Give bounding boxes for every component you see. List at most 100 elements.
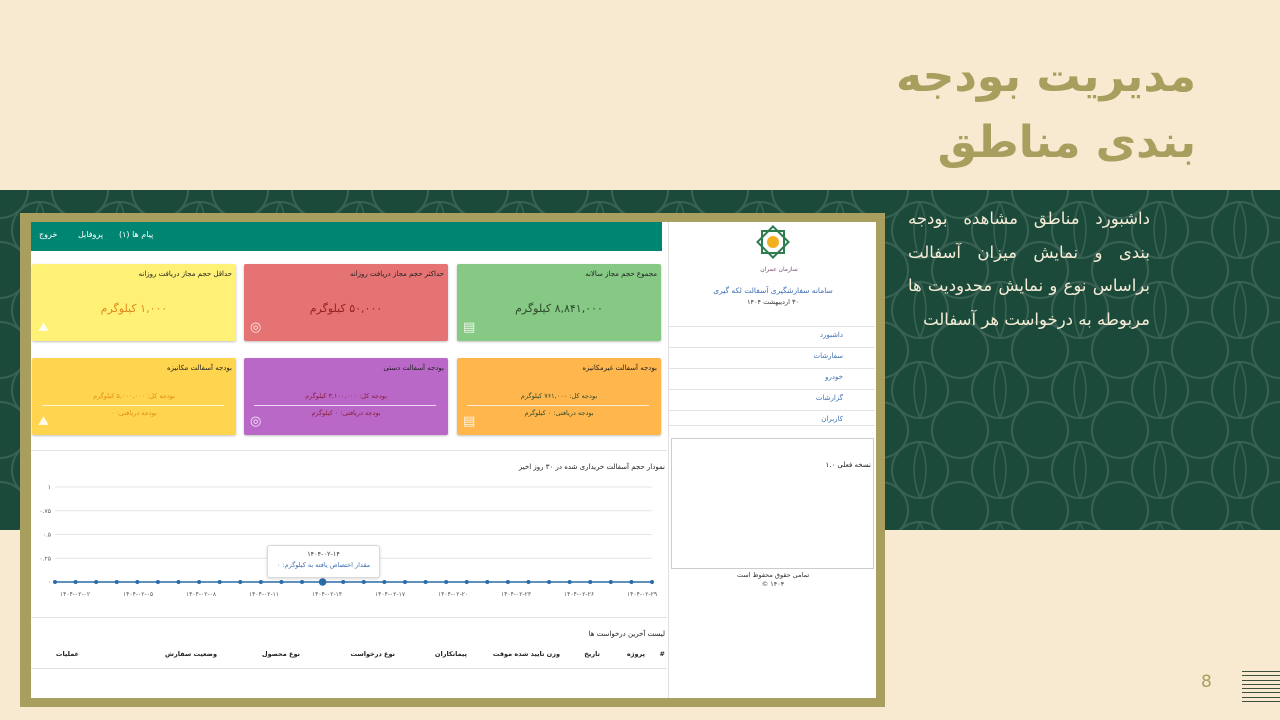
road-icon: ⛰ <box>38 320 49 335</box>
chart-data-point <box>238 580 243 584</box>
chart-x-tick-label: ۱۴۰۴-۰۲-۱۱ <box>249 591 279 598</box>
card-title: حداکثر حجم مجاز دریافت روزانه <box>349 270 444 278</box>
chart-data-point <box>402 580 407 584</box>
card-value: ۵۰,۰۰۰ کیلوگرم <box>309 302 383 315</box>
nav-item-reports[interactable]: گزارشات <box>669 389 875 405</box>
nav-item-vehicles[interactable]: خودرو <box>669 368 875 384</box>
chart-data-point <box>155 580 160 584</box>
card-mechanized-budget: بودجه آسفالت مکانیزه بودجه کل: ۵,۰۰۰,۰۰۰… <box>32 358 236 435</box>
app-topbar: پیام ها (۱) پروفایل خروج <box>31 222 662 251</box>
chart-data-point <box>382 580 387 584</box>
page-number: 8 <box>1201 672 1212 692</box>
card-divider <box>467 405 649 406</box>
chart-data-point <box>505 580 510 584</box>
system-date: ۳۰ اردیبهشت ۱۴۰۴ <box>747 298 799 306</box>
copyright: تمامی حقوق محفوظ است ۱۴۰۴ © <box>669 571 876 589</box>
nav-item-users[interactable]: کاربران <box>669 410 875 426</box>
lines-decoration <box>1242 671 1280 705</box>
chart-x-tick-label: ۱۴۰۴-۰۲-۱۷ <box>375 591 406 598</box>
chart-data-point <box>547 580 552 584</box>
card-total-budget: بودجه کل: ۷۶۱,۰۰۰ کیلوگرم <box>520 392 598 400</box>
card-annual-total: مجموع حجم مجاز سالانه ۸,۸۴۱,۰۰۰ کیلوگرم … <box>457 264 661 341</box>
slide-title: مدیریت بودجه بندی مناطق <box>776 44 1196 176</box>
chart-data-point <box>73 580 78 584</box>
table-header: # <box>659 650 665 658</box>
card-manual-budget: بودجه آسفالت دستی بودجه کل: ۳,۱۰۰,۰۰۰ کی… <box>244 358 448 435</box>
chart-y-tick-label: ۰.۷۵ <box>39 508 51 515</box>
gauge-icon: ◎ <box>250 320 262 335</box>
card-title: مجموع حجم مجاز سالانه <box>585 270 657 278</box>
requests-table: لیست آخرین درخواست ها # پروژه تاریخ وزن … <box>31 617 667 698</box>
chart-data-point <box>258 580 263 584</box>
card-received-budget: بودجه دریافتی: ۰ <box>111 409 157 417</box>
table-divider <box>31 668 667 669</box>
chart-data-point <box>423 580 428 584</box>
card-received-budget: بودجه دریافتی: ۰ کیلوگرم <box>311 409 381 417</box>
card-value: ۸,۸۴۱,۰۰۰ کیلوگرم <box>515 302 603 315</box>
tooltip-date: ۱۴۰۴-۰۲-۱۴ <box>307 550 340 558</box>
chart-x-tick-label: ۱۴۰۴-۰۲-۰۲ <box>60 591 90 598</box>
nav-item-dashboard[interactable]: داشبورد <box>669 326 875 342</box>
chart-data-point <box>588 580 593 584</box>
chart-y-tick-label: ۱ <box>48 484 51 491</box>
chart-y-tick-label: ۰ <box>48 579 51 586</box>
logo-caption: سازمان عمران <box>760 266 798 273</box>
chart-tooltip: ۱۴۰۴-۰۲-۱۴ مقدار اختصاص یافته به کیلوگرم… <box>267 545 380 578</box>
tooltip-value: مقدار اختصاص یافته به کیلوگرم: ۰ <box>276 561 371 569</box>
chart-data-point <box>94 580 99 584</box>
system-name: سامانه سفارشگیری آسفالت لکه گیری <box>713 286 833 295</box>
card-received-budget: بودجه دریافتی: ۰ کیلوگرم <box>524 409 594 417</box>
chart-data-point <box>629 580 634 584</box>
version-text: نسخه فعلی ۱.۰ <box>825 461 871 469</box>
chart-x-tick-label: ۱۴۰۴-۰۲-۰۵ <box>123 591 153 598</box>
chart-x-tick-label: ۱۴۰۴-۰۲-۱۴ <box>312 591 342 598</box>
chart-data-point <box>300 580 305 584</box>
chart-x-tick-label: ۱۴۰۴-۰۲-۲۹ <box>627 591 657 598</box>
app-sidebar: سازمان عمران سامانه سفارشگیری آسفالت لکه… <box>668 222 876 698</box>
card-title: بودجه آسفالت دستی <box>383 364 444 372</box>
app-screenshot: پیام ها (۱) پروفایل خروج سازمان عمران سا… <box>31 222 876 698</box>
table-header: پیمانکاران <box>434 650 467 658</box>
version-box: نسخه فعلی ۱.۰ <box>671 438 874 569</box>
chart-data-point <box>341 580 346 584</box>
card-non-mechanized-budget: بودجه آسفالت غیرمکانیزه بودجه کل: ۷۶۱,۰۰… <box>457 358 661 435</box>
gauge-icon: ◎ <box>250 414 262 429</box>
chart-y-tick-label: ۰.۵ <box>43 532 51 539</box>
chart-data-point <box>279 580 284 584</box>
table-header: پروژه <box>626 650 645 658</box>
chart-data-point <box>608 580 613 584</box>
copyright-year: ۱۴۰۴ © <box>761 580 785 588</box>
chart-data-point <box>318 578 327 586</box>
chart-x-tick-label: ۱۴۰۴-۰۲-۲۶ <box>564 591 594 598</box>
chart-data-point <box>444 580 449 584</box>
card-total-budget: بودجه کل: ۵,۰۰۰,۰۰۰ کیلوگرم <box>93 392 175 400</box>
copyright-text: تمامی حقوق محفوظ است <box>736 571 810 579</box>
chart-data-point <box>176 580 181 584</box>
chart-data-point <box>485 580 490 584</box>
chart-data-point <box>114 580 119 584</box>
chart-x-tick-label: ۱۴۰۴-۰۲-۲۳ <box>501 591 532 598</box>
chart-data-point <box>567 580 572 584</box>
table-title: لیست آخرین درخواست ها <box>588 630 665 638</box>
document-icon: ▤ <box>463 320 476 335</box>
chart-data-point <box>217 580 222 584</box>
organization-logo <box>756 225 790 259</box>
messages-link[interactable]: پیام ها (۱) <box>119 230 153 239</box>
card-title: بودجه آسفالت مکانیزه <box>166 364 232 372</box>
nav-item-orders[interactable]: سفارشات <box>669 347 875 363</box>
road-icon: ⛰ <box>38 414 49 429</box>
card-title: حداقل حجم مجاز دریافت روزانه <box>138 270 232 278</box>
document-icon: ▤ <box>463 414 476 429</box>
logout-link[interactable]: خروج <box>39 230 57 239</box>
card-divider <box>254 405 436 406</box>
table-header: عملیات <box>55 650 79 658</box>
card-total-budget: بودجه کل: ۳,۱۰۰,۰۰۰ کیلوگرم <box>305 392 387 400</box>
chart-data-point <box>526 580 531 584</box>
card-divider <box>42 405 224 406</box>
slide-title-line1: مدیریت بودجه <box>895 51 1196 102</box>
purchase-volume-chart: ۰ ۰.۲۵ ۰.۵ ۰.۷۵ ۱ ۱۴۰۴-۰۲-۰۲ ۱۴۰۴-۰۲-۰۵ ۱۴۰۴-۰۲… <box>39 484 657 598</box>
chart-y-tick-label: ۰.۲۵ <box>39 555 51 562</box>
profile-link[interactable]: پروفایل <box>78 230 103 239</box>
card-daily-min: حداقل حجم مجاز دریافت روزانه ۱,۰۰۰ کیلوگ… <box>32 264 236 341</box>
table-header: وضعیت سفارش <box>164 650 217 658</box>
